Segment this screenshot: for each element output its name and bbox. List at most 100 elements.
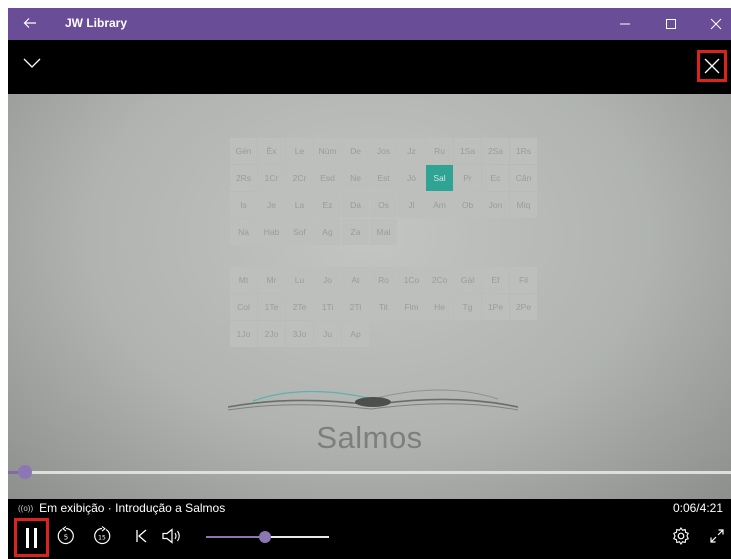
book-cell: Le	[286, 138, 313, 164]
book-cell: Sof	[286, 219, 313, 245]
book-cell: 2Pe	[510, 294, 537, 320]
book-cell: 2Te	[286, 294, 313, 320]
time-display: 0:06/4:21	[672, 501, 723, 515]
book-cell: Est	[370, 165, 397, 191]
now-playing-label: Em exibição · Introdução a Salmos	[39, 501, 226, 515]
book-cell: Pr	[454, 165, 481, 191]
book-cell: Ez	[314, 192, 341, 218]
book-cell: Mr	[258, 267, 285, 293]
book-cell: Is	[230, 192, 257, 218]
book-cell: Ju	[314, 321, 341, 347]
volume-slider-thumb[interactable]	[259, 531, 272, 543]
book-cell: La	[286, 192, 313, 218]
open-book-icon	[227, 389, 519, 411]
book-cell: 1Cr	[258, 165, 285, 191]
player-top-bar	[8, 40, 731, 94]
book-cell: Gén	[230, 138, 257, 164]
progress-thumb[interactable]	[17, 465, 32, 479]
book-cell: Ne	[342, 165, 369, 191]
app-title: JW Library	[65, 16, 128, 30]
book-cell: Jz	[398, 138, 425, 164]
progress-track[interactable]	[8, 471, 731, 474]
book-cell: 2Jo	[258, 321, 285, 347]
svg-text:15: 15	[98, 535, 106, 542]
volume-icon[interactable]	[161, 525, 183, 547]
minimize-button[interactable]	[603, 8, 647, 40]
settings-icon[interactable]	[670, 525, 692, 547]
book-cell: 1Co	[398, 267, 425, 293]
book-cell: Hab	[258, 219, 285, 245]
book-cell: 2Cr	[286, 165, 313, 191]
book-cell: Ap	[342, 321, 369, 347]
book-cell: At	[342, 267, 369, 293]
book-cell: 2Ti	[342, 294, 369, 320]
book-cell: 1Ti	[314, 294, 341, 320]
video-frame[interactable]: Gén Êx Le Núm De Jos Jz Ru 1Sa 2Sa 1Rs 2Rs 1Cr 2Cr Esd…	[8, 94, 731, 499]
book-cell: Êx	[258, 138, 285, 164]
book-cell: Flm	[398, 294, 425, 320]
book-cell: 1Rs	[510, 138, 537, 164]
pause-icon	[26, 527, 29, 548]
book-cell: Col	[230, 294, 257, 320]
old-testament-grid: Gén Êx Le Núm De Jos Jz Ru 1Sa 2Sa 1Rs 2Rs 1Cr 2Cr Esd…	[230, 138, 537, 245]
book-cell: Tit	[370, 294, 397, 320]
book-cell: Ef	[482, 267, 509, 293]
player-controls: ((o)) Em exibição · Introdução a Salmos …	[8, 499, 731, 559]
fullscreen-icon[interactable]	[706, 525, 728, 547]
book-cell: 1Sa	[454, 138, 481, 164]
book-cell: Jon	[482, 192, 509, 218]
book-cell: Núm	[314, 138, 341, 164]
book-cell: Os	[370, 192, 397, 218]
now-playing: ((o)) Em exibição · Introdução a Salmos	[18, 501, 225, 515]
book-cell: Jó	[398, 165, 425, 191]
book-cell: Jos	[370, 138, 397, 164]
book-cell: Tg	[454, 294, 481, 320]
book-cell: 2Sa	[482, 138, 509, 164]
book-cell: Fil	[510, 267, 537, 293]
svg-text:5: 5	[64, 534, 68, 542]
close-player-button[interactable]	[697, 50, 727, 82]
book-cell: Je	[258, 192, 285, 218]
book-cell: Jo	[314, 267, 341, 293]
broadcast-icon: ((o))	[18, 503, 34, 513]
pause-button[interactable]	[14, 518, 49, 557]
book-cell: 1Pe	[482, 294, 509, 320]
book-cell: Da	[342, 192, 369, 218]
book-cell: Mal	[370, 219, 397, 245]
book-cell: Za	[342, 219, 369, 245]
book-cell: Gál	[454, 267, 481, 293]
book-cell: 1Jo	[230, 321, 257, 347]
window-close-button[interactable]	[694, 8, 731, 40]
new-testament-grid: Mt Mr Lu Jo At Ro 1Co 2Co Gál Ef Fil Col 1Te 2Te 1Ti 2T…	[230, 267, 537, 347]
book-cell: Esd	[314, 165, 341, 191]
book-cell: Ro	[370, 267, 397, 293]
book-cell: Cân	[510, 165, 537, 191]
book-cell: Ec	[482, 165, 509, 191]
book-cell: Miq	[510, 192, 537, 218]
book-cell: 2Co	[426, 267, 453, 293]
book-cell: De	[342, 138, 369, 164]
book-cell: Na	[230, 219, 257, 245]
book-cell: Ru	[426, 138, 453, 164]
close-icon	[704, 58, 720, 74]
back-arrow-icon[interactable]	[22, 15, 38, 31]
book-cell: 1Te	[258, 294, 285, 320]
book-cell: Jl	[398, 192, 425, 218]
book-cell: 2Rs	[230, 165, 257, 191]
book-cell: He	[426, 294, 453, 320]
replay-5-icon[interactable]: 5	[55, 525, 77, 547]
chevron-down-icon[interactable]	[23, 56, 41, 74]
book-title: Salmos	[316, 420, 423, 455]
book-cell: Ob	[454, 192, 481, 218]
book-cell: Am	[426, 192, 453, 218]
maximize-button[interactable]	[649, 8, 693, 40]
volume-slider-fill	[206, 536, 266, 538]
book-cell-active: Sal	[426, 165, 453, 191]
book-cell: Lu	[286, 267, 313, 293]
book-cell: Mt	[230, 267, 257, 293]
title-bar: JW Library	[8, 8, 731, 40]
forward-15-icon[interactable]: 15	[91, 525, 113, 547]
book-cell: Ag	[314, 219, 341, 245]
previous-icon[interactable]	[130, 525, 152, 547]
book-cell: 3Jo	[286, 321, 313, 347]
